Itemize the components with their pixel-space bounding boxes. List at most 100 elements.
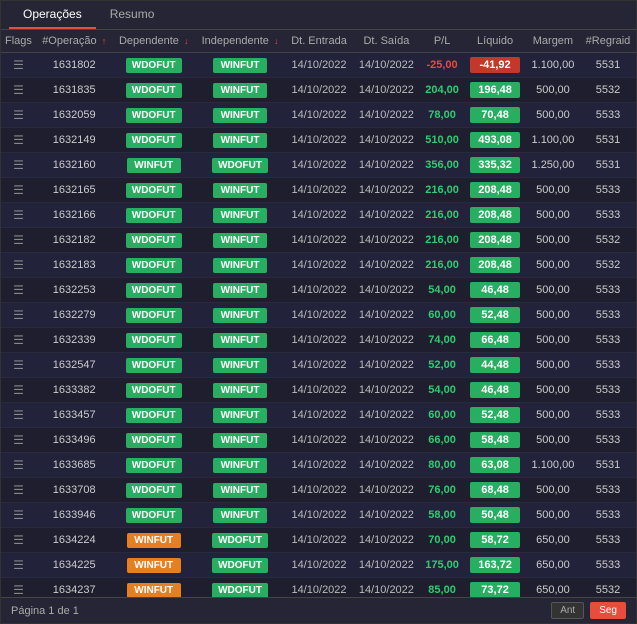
row-icon[interactable]: ☰ [1,453,36,478]
row-icon[interactable]: ☰ [1,478,36,503]
row-id: 1633457 [36,403,113,428]
row-id: 1631835 [36,78,113,103]
row-icon[interactable]: ☰ [1,403,36,428]
row-liq: 58,72 [464,528,526,553]
table-row: ☰ 1631802 WDOFUT WINFUT 14/10/2022 14/10… [1,53,636,78]
tab-operacoes[interactable]: Operações [9,1,96,29]
menu-icon: ☰ [13,583,24,597]
table-footer: Página 1 de 1 Ant Seg [1,597,636,623]
row-icon[interactable]: ☰ [1,178,36,203]
row-id: 1632183 [36,253,113,278]
row-liq: 208,48 [464,228,526,253]
row-icon[interactable]: ☰ [1,278,36,303]
row-id: 1632339 [36,328,113,353]
row-entry: 14/10/2022 [285,478,353,503]
row-dep: WINFUT [112,528,194,553]
row-icon[interactable]: ☰ [1,228,36,253]
page-info: Página 1 de 1 [11,605,79,617]
row-ind: WINFUT [195,478,285,503]
col-flags: Flags [1,30,36,53]
row-icon[interactable]: ☰ [1,203,36,228]
row-pl: 54,00 [420,278,464,303]
row-exit: 14/10/2022 [353,253,420,278]
row-icon[interactable]: ☰ [1,528,36,553]
row-margem: 500,00 [526,328,580,353]
pagination-controls: Ant Seg [551,602,626,619]
row-dep: WDOFUT [112,428,194,453]
menu-icon: ☰ [13,183,24,197]
row-id: 1634224 [36,528,113,553]
row-ind: WINFUT [195,253,285,278]
row-dep: WDOFUT [112,478,194,503]
row-entry: 14/10/2022 [285,453,353,478]
row-entry: 14/10/2022 [285,303,353,328]
row-margem: 500,00 [526,278,580,303]
menu-icon: ☰ [13,358,24,372]
row-ind: WINFUT [195,178,285,203]
col-independente[interactable]: Independente ↓ [195,30,285,53]
row-margem: 1.100,00 [526,128,580,153]
row-icon[interactable]: ☰ [1,378,36,403]
table-row: ☰ 1632160 WINFUT WDOFUT 14/10/2022 14/10… [1,153,636,178]
col-operacao[interactable]: #Operação ↑ [36,30,113,53]
row-icon[interactable]: ☰ [1,328,36,353]
row-icon[interactable]: ☰ [1,578,36,598]
row-ind: WDOFUT [195,553,285,578]
row-regrald: 5533 [580,503,636,528]
row-icon[interactable]: ☰ [1,103,36,128]
col-dt-entrada: Dt. Entrada [285,30,353,53]
menu-icon: ☰ [13,483,24,497]
col-dependente[interactable]: Dependente ↓ [112,30,194,53]
row-icon[interactable]: ☰ [1,53,36,78]
row-liq: 196,48 [464,78,526,103]
row-pl: 60,00 [420,403,464,428]
row-entry: 14/10/2022 [285,428,353,453]
row-icon[interactable]: ☰ [1,428,36,453]
menu-icon: ☰ [13,333,24,347]
row-ind: WINFUT [195,53,285,78]
menu-icon: ☰ [13,408,24,422]
row-entry: 14/10/2022 [285,328,353,353]
row-exit: 14/10/2022 [353,403,420,428]
row-entry: 14/10/2022 [285,128,353,153]
row-exit: 14/10/2022 [353,528,420,553]
row-exit: 14/10/2022 [353,378,420,403]
row-margem: 500,00 [526,503,580,528]
menu-icon: ☰ [13,433,24,447]
row-regrald: 5532 [580,228,636,253]
row-entry: 14/10/2022 [285,153,353,178]
row-exit: 14/10/2022 [353,53,420,78]
table-row: ☰ 1632547 WDOFUT WINFUT 14/10/2022 14/10… [1,353,636,378]
row-ind: WINFUT [195,203,285,228]
next-page-button[interactable]: Seg [590,602,626,619]
row-ind: WINFUT [195,303,285,328]
row-ind: WINFUT [195,228,285,253]
table-row: ☰ 1633946 WDOFUT WINFUT 14/10/2022 14/10… [1,503,636,528]
row-margem: 500,00 [526,303,580,328]
prev-page-button[interactable]: Ant [551,602,584,619]
row-icon[interactable]: ☰ [1,503,36,528]
row-icon[interactable]: ☰ [1,303,36,328]
row-liq: 208,48 [464,203,526,228]
row-entry: 14/10/2022 [285,528,353,553]
row-dep: WINFUT [112,553,194,578]
row-ind: WINFUT [195,128,285,153]
row-pl: 66,00 [420,428,464,453]
row-icon[interactable]: ☰ [1,253,36,278]
row-margem: 500,00 [526,178,580,203]
row-icon[interactable]: ☰ [1,128,36,153]
row-icon[interactable]: ☰ [1,153,36,178]
row-entry: 14/10/2022 [285,553,353,578]
row-icon[interactable]: ☰ [1,553,36,578]
row-liq: 58,48 [464,428,526,453]
row-margem: 500,00 [526,478,580,503]
table-row: ☰ 1632279 WDOFUT WINFUT 14/10/2022 14/10… [1,303,636,328]
menu-icon: ☰ [13,308,24,322]
row-dep: WDOFUT [112,53,194,78]
row-icon[interactable]: ☰ [1,78,36,103]
row-exit: 14/10/2022 [353,503,420,528]
row-entry: 14/10/2022 [285,378,353,403]
row-id: 1632165 [36,178,113,203]
row-icon[interactable]: ☰ [1,353,36,378]
tab-resumo[interactable]: Resumo [96,1,169,29]
